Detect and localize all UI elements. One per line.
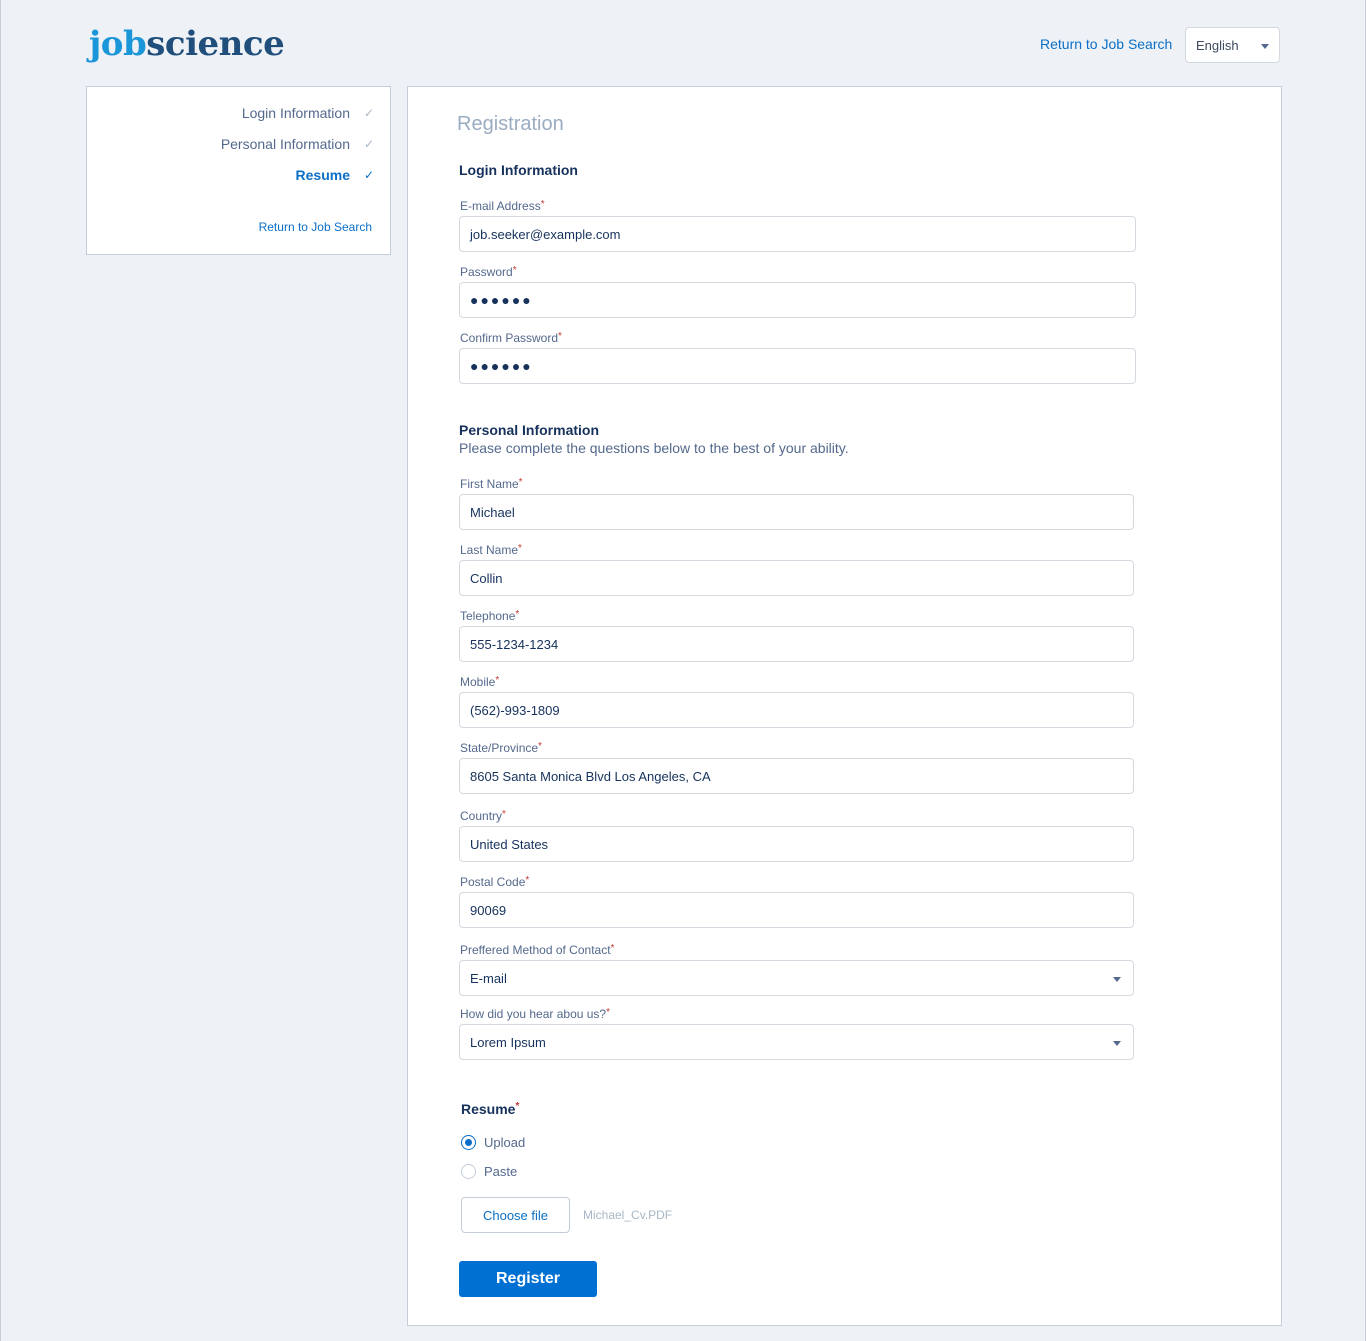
email-field[interactable]: job.seeker@example.com (459, 216, 1136, 252)
postal-code-field[interactable]: 90069 (459, 892, 1134, 928)
selected-file-name: Michael_Cv.PDF (583, 1208, 673, 1222)
jobscience-logo[interactable]: jobscience (89, 24, 285, 64)
first-name-label: First Name* (460, 477, 523, 491)
last-name-label: Last Name* (460, 543, 522, 557)
chevron-down-icon (1113, 1041, 1121, 1046)
country-field[interactable]: United States (459, 826, 1134, 862)
country-label: Country* (460, 809, 506, 823)
step-login-information[interactable]: Login Information ✓ (241, 105, 375, 121)
telephone-label: Telephone* (460, 609, 520, 623)
upload-label: Upload (484, 1135, 526, 1150)
contact-method-label: Preffered Method of Contact* (460, 943, 615, 957)
personal-section-title: Personal Information (459, 422, 600, 438)
page-title: Registration (457, 113, 564, 135)
confirm-password-field[interactable]: ●●●●●● (459, 348, 1136, 384)
telephone-field[interactable]: 555-1234-1234 (459, 626, 1134, 662)
language-value: English (1196, 38, 1239, 53)
email-label: E-mail Address* (460, 199, 545, 213)
login-section-title: Login Information (459, 162, 578, 178)
state-label: State/Province* (460, 741, 542, 755)
postal-code-label: Postal Code* (460, 875, 530, 889)
sidebar-return-to-job-search-link[interactable]: Return to Job Search (259, 220, 372, 234)
registration-card: Registration Login Information E-mail Ad… (407, 86, 1282, 1326)
step-resume[interactable]: Resume ✓ (295, 167, 375, 183)
logo-science: science (146, 24, 285, 64)
contact-method-select[interactable]: E-mail (459, 960, 1134, 996)
confirm-password-label: Confirm Password* (460, 331, 562, 345)
logo-job: job (89, 24, 147, 64)
personal-section-subtitle: Please complete the questions below to t… (459, 440, 849, 456)
step-label: Personal Information (220, 136, 350, 152)
chevron-down-icon (1261, 44, 1269, 49)
mobile-label: Mobile* (460, 675, 500, 689)
mobile-field[interactable]: (562)-993-1809 (459, 692, 1134, 728)
chevron-down-icon (1113, 977, 1121, 982)
return-to-job-search-link[interactable]: Return to Job Search (1040, 36, 1172, 52)
first-name-field[interactable]: Michael (459, 494, 1134, 530)
language-select[interactable]: English (1185, 27, 1280, 63)
progress-sidebar: Login Information ✓ Personal Information… (86, 86, 391, 255)
heard-about-select[interactable]: Lorem Ipsum (459, 1024, 1134, 1060)
step-label: Login Information (241, 105, 350, 121)
state-field[interactable]: 8605 Santa Monica Blvd Los Angeles, CA (459, 758, 1134, 794)
choose-file-button[interactable]: Choose file (461, 1197, 570, 1233)
check-icon: ✓ (364, 168, 375, 182)
paste-label: Paste (484, 1164, 518, 1179)
resume-paste-option[interactable]: Paste (461, 1164, 517, 1179)
step-personal-information[interactable]: Personal Information ✓ (220, 136, 375, 152)
last-name-field[interactable]: Collin (459, 560, 1134, 596)
register-button[interactable]: Register (459, 1261, 597, 1297)
resume-section-title: Resume* (461, 1101, 520, 1117)
check-icon: ✓ (364, 137, 375, 151)
resume-upload-option[interactable]: Upload (461, 1135, 525, 1150)
check-icon: ✓ (364, 106, 375, 120)
step-label: Resume (295, 167, 350, 183)
radio-selected-icon[interactable] (461, 1135, 476, 1150)
password-field[interactable]: ●●●●●● (459, 282, 1136, 318)
password-label: Password* (460, 265, 517, 279)
radio-unselected-icon[interactable] (461, 1164, 476, 1179)
heard-about-label: How did you hear abou us?* (460, 1007, 611, 1021)
